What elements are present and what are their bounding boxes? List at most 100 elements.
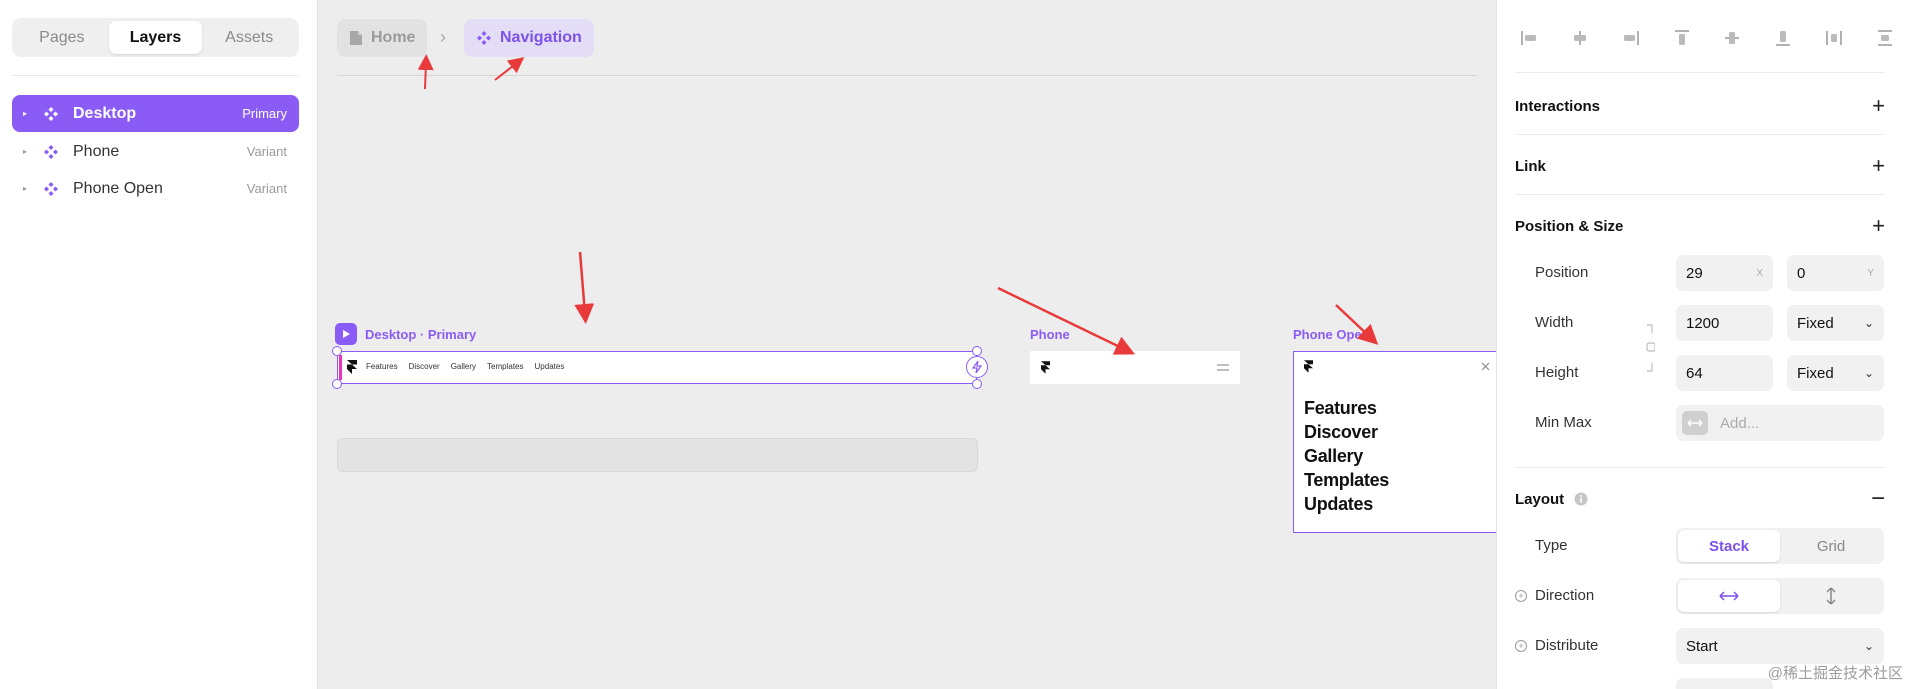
distribute-vertical-icon [1877,30,1892,46]
expand-caret-icon[interactable]: ▸ [23,109,33,118]
align-right-button[interactable] [1619,26,1643,50]
position-label: Position [1535,264,1589,281]
layer-tag: Primary [242,106,287,121]
add-circle-icon[interactable]: + [1515,589,1527,602]
minmax-label: Min Max [1535,414,1592,431]
direction-horizontal-option[interactable] [1678,580,1780,612]
annotation-arrows [417,54,1379,355]
chevron-down-icon: ⌄ [1863,639,1874,653]
minmax-input[interactable]: Add... [1676,405,1884,441]
height-value: 64 [1686,364,1703,382]
align-left-button[interactable] [1517,26,1541,50]
width-input[interactable]: 1200 [1676,305,1773,341]
minmax-arrows-icon [1682,411,1708,435]
direction-vertical-option[interactable] [1780,580,1882,612]
position-x-value: 29 [1686,264,1703,282]
annotation-arrow-home [417,54,434,90]
tab-pages[interactable]: Pages [15,21,109,54]
annotation-arrow-desktop [574,251,595,324]
remove-layout-button[interactable]: − [1871,487,1885,511]
add-interaction-button[interactable]: + [1872,95,1885,117]
layer-name: Desktop [73,104,137,122]
layer-tag: Variant [246,181,287,196]
add-link-button[interactable]: + [1872,155,1885,177]
layer-tag: Variant [246,144,287,159]
align-right-icon [1623,31,1639,45]
layer-item-phone-open[interactable]: ▸ Phone Open Variant [12,170,299,207]
layout-section: Layout − [1515,487,1885,511]
distribute-label: + Distribute [1515,637,1598,654]
align-top-icon [1674,30,1689,45]
height-mode-select[interactable]: Fixed ⌄ [1787,355,1884,391]
layer-name: Phone Open [73,179,163,197]
layer-item-desktop[interactable]: ▸ Desktop Primary [12,95,299,132]
expand-caret-icon[interactable]: ▸ [23,184,33,193]
distribute-label-text: Distribute [1535,637,1599,654]
height-mode-value: Fixed [1797,364,1834,382]
width-label: Width [1535,314,1574,331]
align-top-button[interactable] [1670,26,1694,50]
position-y-unit: Y [1867,267,1874,279]
width-value: 1200 [1686,314,1720,332]
layers-panel: Pages Layers Assets ▸ Desktop Primary ▸ … [0,0,318,689]
type-stack-option[interactable]: Stack [1678,530,1780,562]
next-field-partial[interactable] [1676,678,1773,689]
distribute-select[interactable]: Start ⌄ [1676,628,1884,664]
annotation-arrow-phone [997,286,1135,355]
layout-title: Layout [1515,491,1588,508]
canvas[interactable]: Home › Navigation Desktop · Primary Feat… [318,0,1496,689]
height-label: Height [1535,364,1579,381]
panel-divider [12,75,299,76]
expand-caret-icon[interactable]: ▸ [23,147,33,156]
tab-layers[interactable]: Layers [108,21,203,54]
position-y-input[interactable]: 0 Y [1787,255,1884,291]
divider [1515,134,1885,135]
align-center-h-button[interactable] [1568,26,1592,50]
position-size-section: Position & Size + [1515,214,1885,238]
distribute-horizontal-button[interactable] [1822,26,1846,50]
align-bottom-icon [1776,31,1791,46]
align-bottom-button[interactable] [1771,26,1795,50]
divider [1515,194,1885,195]
align-center-horizontal-icon [1573,31,1586,45]
distribute-horizontal-icon [1826,31,1842,45]
align-center-vertical-icon [1725,32,1740,44]
link-section: Link + [1515,154,1885,178]
align-left-icon [1521,31,1536,45]
position-size-title: Position & Size [1515,217,1624,235]
link-title: Link [1515,157,1546,175]
add-circle-icon[interactable]: + [1515,639,1527,652]
chevron-down-icon: ⌄ [1863,366,1874,380]
width-mode-select[interactable]: Fixed ⌄ [1787,305,1884,341]
layer-item-phone[interactable]: ▸ Phone Variant [12,133,299,170]
minmax-placeholder: Add... [1720,414,1760,432]
position-y-value: 0 [1797,264,1806,282]
component-icon [44,181,58,196]
add-position-button[interactable]: + [1872,215,1885,237]
distribute-vertical-button[interactable] [1873,26,1897,50]
divider [1515,467,1885,468]
annotation-arrow-phone-open [1335,304,1379,345]
position-x-input[interactable]: 29 X [1676,255,1773,291]
direction-label-text: Direction [1535,587,1595,604]
align-center-v-button[interactable] [1720,26,1744,50]
divider [1515,72,1885,73]
alignment-toolbar [1517,26,1897,50]
aspect-ratio-lock-icon[interactable] [1645,323,1655,373]
tab-assets[interactable]: Assets [202,21,296,54]
chevron-down-icon: ⌄ [1863,316,1874,330]
properties-panel: Interactions + Link + Position & Size + … [1496,0,1909,689]
panel-tabs: Pages Layers Assets [12,18,299,57]
direction-label: + Direction [1515,587,1594,604]
watermark: @稀土掘金技术社区 [1767,665,1903,682]
distribute-value: Start [1686,637,1718,655]
direction-toggle [1676,578,1884,614]
interactions-title: Interactions [1515,97,1601,115]
annotation-arrow-navigation [494,57,525,81]
type-grid-option[interactable]: Grid [1780,530,1882,562]
height-input[interactable]: 64 [1676,355,1773,391]
vertical-arrows-icon [1826,587,1836,605]
info-icon[interactable] [1574,492,1588,506]
interactions-section: Interactions + [1515,94,1885,118]
layout-title-text: Layout [1515,490,1565,508]
